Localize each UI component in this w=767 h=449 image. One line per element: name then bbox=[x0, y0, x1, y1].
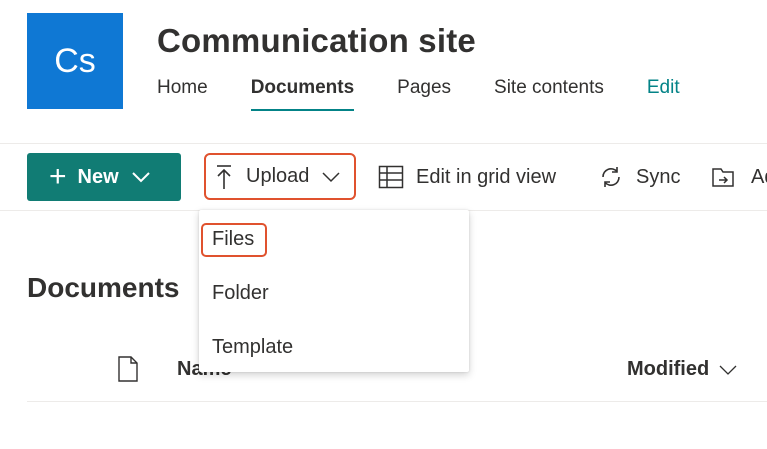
site-title[interactable]: Communication site bbox=[157, 22, 476, 60]
file-type-icon[interactable] bbox=[117, 356, 139, 387]
sync-button[interactable]: Sync bbox=[598, 160, 680, 194]
add-shortcut-button[interactable]: Ad bbox=[711, 160, 767, 194]
menu-item-template[interactable]: Template bbox=[212, 336, 293, 359]
site-logo-initials: Cs bbox=[54, 41, 96, 80]
site-logo[interactable]: Cs bbox=[27, 13, 123, 109]
site-navigation: Home Documents Pages Site contents Edit bbox=[157, 77, 723, 111]
upload-button[interactable]: Upload bbox=[204, 153, 356, 200]
menu-item-folder[interactable]: Folder bbox=[212, 282, 269, 305]
chevron-down-icon bbox=[719, 365, 737, 375]
add-shortcut-label: Ad bbox=[751, 165, 767, 188]
column-header-modified-label: Modified bbox=[627, 358, 710, 380]
plus-icon: + bbox=[49, 160, 67, 193]
sharepoint-page: Cs Communication site Home Documents Pag… bbox=[0, 0, 767, 449]
add-shortcut-icon bbox=[711, 164, 739, 190]
nav-item-documents[interactable]: Documents bbox=[250, 77, 355, 111]
header-divider bbox=[0, 143, 767, 144]
grid-icon bbox=[378, 165, 404, 189]
chevron-down-icon bbox=[321, 171, 341, 183]
list-header-divider bbox=[27, 401, 767, 402]
files-highlight-box bbox=[201, 223, 267, 257]
sync-icon bbox=[598, 164, 624, 190]
sync-label: Sync bbox=[636, 165, 681, 188]
column-header-modified[interactable]: Modified bbox=[627, 358, 737, 381]
edit-in-grid-view-button[interactable]: Edit in grid view bbox=[378, 160, 556, 194]
edit-in-grid-view-label: Edit in grid view bbox=[416, 165, 557, 188]
chevron-down-icon bbox=[131, 171, 151, 183]
upload-icon bbox=[214, 164, 234, 190]
nav-item-edit[interactable]: Edit bbox=[647, 77, 680, 111]
upload-button-label: Upload bbox=[246, 165, 310, 187]
library-heading: Documents bbox=[27, 272, 180, 303]
nav-item-pages[interactable]: Pages bbox=[397, 77, 451, 111]
nav-item-site-contents[interactable]: Site contents bbox=[494, 77, 604, 111]
new-button[interactable]: + New bbox=[27, 153, 181, 201]
new-button-label: New bbox=[77, 165, 119, 188]
nav-item-home[interactable]: Home bbox=[157, 77, 208, 111]
